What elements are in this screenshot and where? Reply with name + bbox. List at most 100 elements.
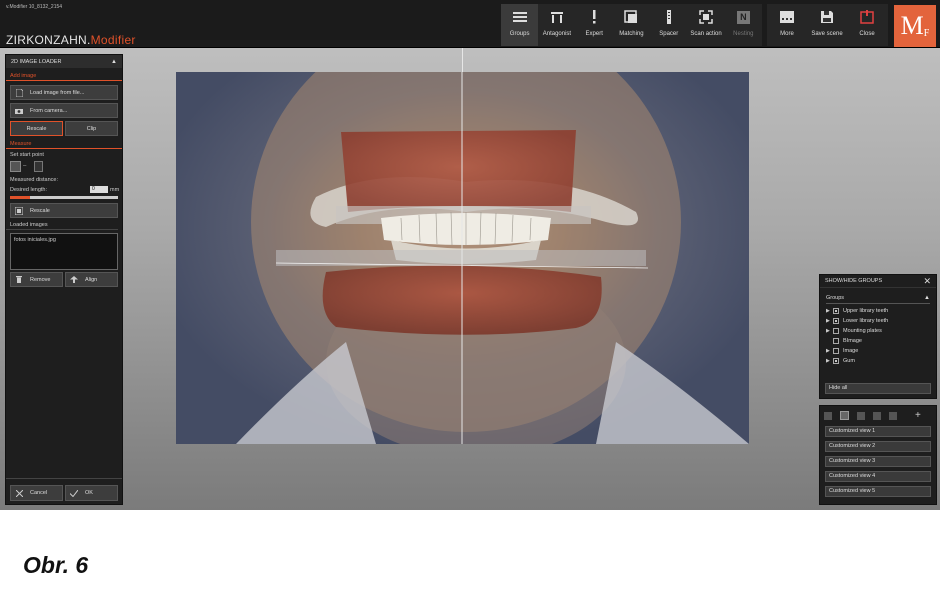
loaded-images-list[interactable]: fotos iniciales.jpg [10, 233, 118, 270]
hide-all-button[interactable]: Hide all [825, 383, 931, 394]
expand-arrow-icon[interactable]: ▶ [826, 348, 833, 354]
align-icon [70, 276, 78, 284]
camera-icon [15, 107, 23, 115]
scene-viewport[interactable] [176, 72, 749, 444]
close-button[interactable]: Close [847, 4, 887, 46]
x-icon [15, 489, 23, 497]
save-scene-label: Save scene [811, 31, 843, 37]
power-icon [859, 9, 875, 25]
lock-icon[interactable] [34, 161, 43, 172]
collapse-icon[interactable]: ▲ [924, 295, 930, 301]
clip-tab[interactable]: Clip [65, 121, 118, 136]
slider-fill [10, 196, 30, 199]
group-label: Upper library teeth [843, 308, 889, 314]
group-checkbox[interactable] [833, 338, 839, 344]
antagonist-label: Antagonist [542, 31, 572, 37]
panel-header[interactable]: 2D IMAGE LOADER ▲ [6, 55, 122, 68]
view-preset-icon[interactable] [857, 411, 865, 420]
align-label: Align [85, 276, 98, 283]
matching-button[interactable]: Matching [613, 4, 650, 46]
cancel-button[interactable]: Cancel [10, 485, 63, 501]
more-button[interactable]: More [767, 4, 807, 46]
desired-length-input[interactable]: 0 [90, 186, 108, 193]
list-item[interactable]: fotos iniciales.jpg [14, 237, 114, 243]
image-loader-panel: 2D IMAGE LOADER ▲ Add image Load image f… [5, 54, 123, 505]
add-image-section: Add image [6, 72, 122, 81]
panel-footer: Cancel OK [6, 478, 122, 504]
groups-subheader-label: Groups [826, 294, 845, 301]
set-start-label: Set start point [10, 152, 44, 158]
group-checkbox[interactable] [833, 308, 839, 314]
group-checkbox[interactable] [833, 348, 839, 354]
expand-arrow-icon[interactable]: ▶ [826, 358, 833, 364]
expand-arrow-icon[interactable]: ▶ [826, 328, 833, 334]
toolbar-main-group: Groups Antagonist Expert Matching Spacer… [501, 4, 762, 46]
scan-action-label: Scan action [690, 31, 722, 37]
group-checkbox[interactable] [833, 318, 839, 324]
customized-view-button[interactable]: Customized view 5 [825, 486, 931, 497]
expand-arrow-icon[interactable]: ▶ [826, 308, 833, 314]
length-slider[interactable] [10, 196, 118, 199]
group-checkbox[interactable] [833, 328, 839, 334]
add-view-icon[interactable]: + [915, 410, 921, 420]
view-preset-icon[interactable] [840, 411, 849, 420]
measure-tools: – [6, 161, 122, 172]
group-row-mounting-plates[interactable]: ▶ Mounting plates [820, 326, 936, 336]
groups-panel-header: SHOW/HIDE GROUPS ✕ [820, 275, 936, 288]
rescale-button[interactable]: Rescale [10, 203, 118, 218]
file-icon [15, 88, 23, 97]
align-button[interactable]: Align [65, 272, 118, 287]
remove-label: Remove [30, 276, 51, 283]
view-preset-icon[interactable] [824, 411, 832, 420]
group-row-lower-teeth[interactable]: ▶ Lower library teeth [820, 316, 936, 326]
group-row-image[interactable]: ▶ Image [820, 346, 936, 356]
scan-icon [698, 9, 714, 25]
customized-view-button[interactable]: Customized view 1 [825, 426, 931, 437]
groups-list: ▶ Upper library teeth ▶ Lower library teet… [820, 306, 936, 366]
groups-label: Groups [509, 31, 530, 37]
group-row-upper-teeth[interactable]: ▶ Upper library teeth [820, 306, 936, 316]
group-row-gum[interactable]: ▶ Gum [820, 356, 936, 366]
load-file-button[interactable]: Load image from file... [10, 85, 118, 100]
ok-button[interactable]: OK [65, 485, 118, 501]
collapse-icon[interactable]: ▲ [111, 59, 117, 65]
save-scene-button[interactable]: Save scene [807, 4, 847, 46]
groups-button[interactable]: Groups [501, 4, 539, 46]
desired-length-label: Desired length: [10, 186, 47, 193]
nesting-button[interactable]: N Nesting [725, 4, 762, 46]
expert-button[interactable]: Expert [576, 4, 613, 46]
groups-panel-title: SHOW/HIDE GROUPS [825, 278, 883, 284]
measure-section: Measure [6, 140, 122, 149]
spacer-button[interactable]: Spacer [650, 4, 687, 46]
view-preset-icon[interactable] [873, 411, 881, 420]
collar-right [596, 342, 749, 444]
ok-label: OK [85, 490, 93, 496]
customized-view-button[interactable]: Customized view 4 [825, 471, 931, 482]
group-row-bimage[interactable]: BImage [820, 336, 936, 346]
brand-product: Modifier [90, 33, 136, 47]
rescale-icon [15, 206, 23, 215]
rescale-tab[interactable]: Rescale [10, 121, 63, 136]
upper-gum-overlay [341, 130, 576, 212]
scan-action-button[interactable]: Scan action [687, 4, 724, 46]
close-icon[interactable]: ✕ [923, 276, 931, 287]
antagonist-button[interactable]: Antagonist [538, 4, 575, 46]
unit-label: mm [110, 186, 120, 193]
customized-view-button[interactable]: Customized view 2 [825, 441, 931, 452]
from-camera-button[interactable]: From camera... [10, 103, 118, 118]
customized-view-button[interactable]: Customized view 3 [825, 456, 931, 467]
view-preset-icon[interactable] [889, 411, 897, 420]
check-icon [70, 489, 78, 497]
expand-arrow-icon[interactable]: ▶ [826, 318, 833, 324]
face-photo-overlay [236, 72, 749, 444]
ruler-icon[interactable] [10, 161, 21, 172]
remove-button[interactable]: Remove [10, 272, 63, 287]
loaded-images-label: Loaded images [6, 221, 118, 230]
measured-distance-label: Measured distance: [10, 177, 58, 183]
cancel-label: Cancel [30, 490, 48, 496]
groups-subheader[interactable]: Groups ▲ [826, 292, 930, 304]
trash-icon [15, 276, 23, 284]
group-checkbox[interactable] [833, 358, 839, 364]
group-label: Gum [843, 358, 855, 364]
close-label: Close [859, 31, 875, 37]
